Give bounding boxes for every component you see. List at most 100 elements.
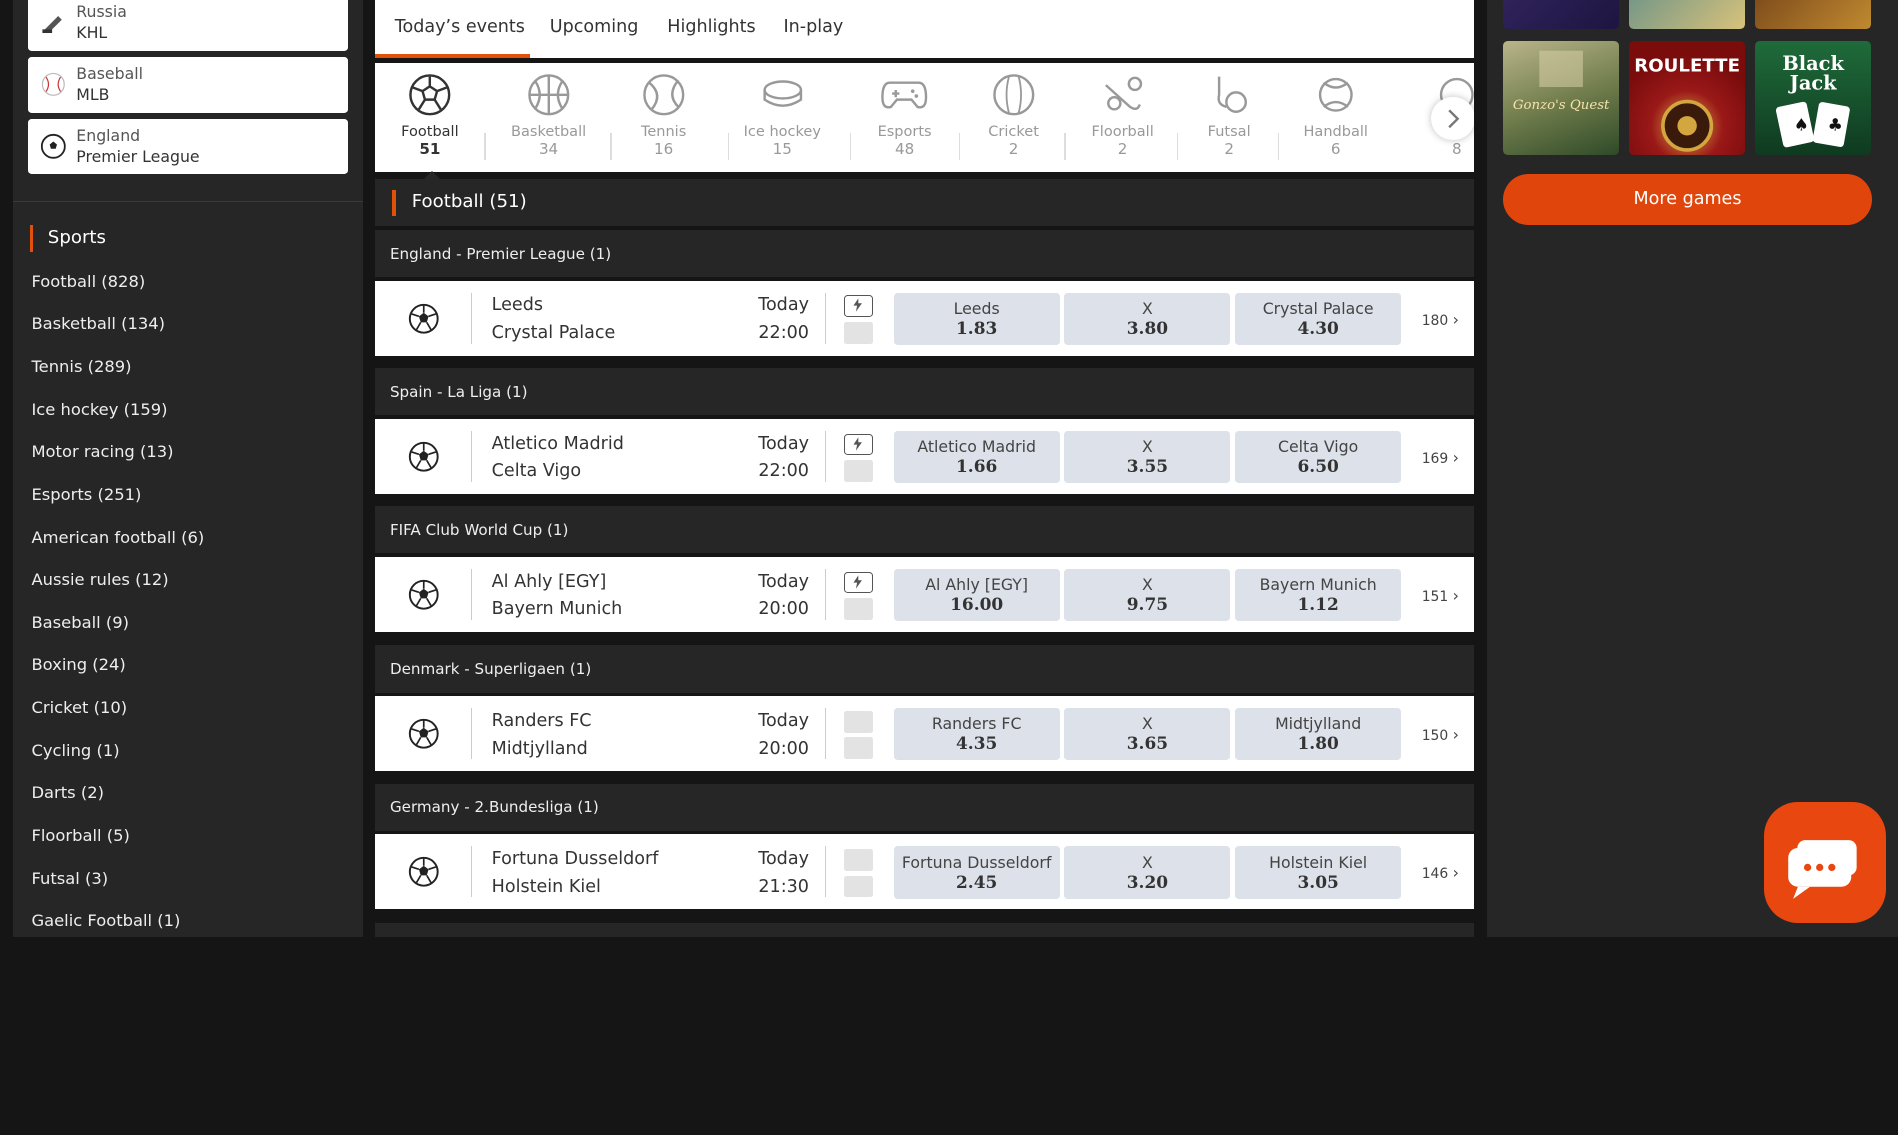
odds-away-button[interactable]: Bayern Munich 1.12 bbox=[1235, 569, 1402, 622]
sidebar-item[interactable]: Tennis (289) bbox=[31, 354, 204, 397]
league-header[interactable]: FIFA Club World Cup (1) bbox=[375, 506, 1474, 554]
more-markets-link[interactable]: 180 › bbox=[1422, 310, 1459, 329]
game-tile[interactable] bbox=[1754, 0, 1871, 30]
event-row[interactable]: Al Ahly [EGY] Bayern Munich Today 20:00 … bbox=[375, 557, 1474, 633]
sport-tile-basketball[interactable]: Basketball 34 bbox=[511, 63, 586, 172]
league-name: England - Premier League (1) bbox=[389, 244, 612, 263]
favorite-russia-khl[interactable]: Russia KHL bbox=[27, 0, 348, 51]
sidebar-item[interactable]: Basketball (134) bbox=[31, 311, 204, 354]
event-row[interactable]: Fortuna Dusseldorf Holstein Kiel Today 2… bbox=[375, 834, 1474, 910]
odds-label: Leeds bbox=[953, 299, 1000, 319]
stats-icon[interactable] bbox=[844, 598, 874, 621]
odds-away-button[interactable]: Midtjylland 1.80 bbox=[1235, 708, 1402, 761]
more-markets-link[interactable]: 150 › bbox=[1422, 725, 1459, 744]
sport-tile-handball[interactable]: Handball 6 bbox=[1298, 63, 1373, 172]
league-header[interactable]: England - Premier League (1) bbox=[375, 230, 1474, 278]
stats-icon[interactable] bbox=[844, 460, 874, 482]
game-tile-blackjack[interactable]: Black Jack ♠ ♣ bbox=[1754, 41, 1871, 155]
more-markets-link[interactable]: 151 › bbox=[1422, 586, 1459, 605]
live-stream-icon[interactable] bbox=[844, 571, 874, 594]
odds-away-button[interactable]: Celta Vigo 6.50 bbox=[1235, 431, 1402, 484]
sport-tile-cricket[interactable]: Cricket 2 bbox=[976, 63, 1051, 172]
sidebar-item[interactable]: Floorball (5) bbox=[31, 823, 204, 866]
sidebar-item[interactable]: Cycling (1) bbox=[31, 738, 204, 781]
sidebar-item[interactable]: Esports (251) bbox=[31, 482, 204, 525]
game-tile-gonzos-quest[interactable]: Gonzo's Quest bbox=[1502, 41, 1620, 155]
stats-icon[interactable] bbox=[844, 875, 874, 898]
sidebar-item[interactable]: American football (6) bbox=[31, 525, 204, 568]
tab-highlights[interactable]: Highlights bbox=[667, 17, 755, 37]
live-stream-icon[interactable] bbox=[844, 433, 874, 456]
divider bbox=[471, 431, 473, 482]
sidebar-item[interactable]: Boxing (24) bbox=[31, 652, 204, 695]
home-team: Atletico Madrid bbox=[491, 433, 624, 454]
sidebar-item[interactable]: Baseball (9) bbox=[31, 610, 204, 653]
game-tile[interactable] bbox=[1502, 0, 1620, 30]
more-games-button[interactable]: More games bbox=[1502, 174, 1873, 226]
chevron-right-icon: › bbox=[1452, 448, 1459, 468]
divider bbox=[824, 431, 826, 482]
sport-tile-name: Floorball bbox=[1091, 123, 1154, 140]
puck-icon bbox=[762, 79, 802, 107]
odds-home-button[interactable]: Randers FC 4.35 bbox=[893, 708, 1060, 761]
home-team: Fortuna Dusseldorf bbox=[491, 848, 659, 869]
futsal-icon bbox=[1217, 76, 1248, 113]
league-header[interactable] bbox=[375, 922, 1474, 938]
divider bbox=[610, 133, 612, 160]
event-row[interactable]: Randers FC Midtjylland Today 20:00 Rande… bbox=[375, 696, 1474, 772]
sport-tile-ice-hockey[interactable]: Ice hockey 15 bbox=[739, 63, 826, 172]
odds-value: 2.45 bbox=[956, 871, 998, 892]
tab-upcoming[interactable]: Upcoming bbox=[550, 17, 639, 37]
odds-label: Midtjylland bbox=[1275, 714, 1362, 734]
divider bbox=[959, 133, 961, 160]
sidebar-item[interactable]: Football (828) bbox=[31, 269, 204, 312]
odds-draw-button[interactable]: X 3.20 bbox=[1064, 846, 1231, 899]
favorite-baseball-mlb[interactable]: Baseball MLB bbox=[27, 56, 348, 113]
stats-icon[interactable] bbox=[844, 322, 874, 344]
sidebar-item[interactable]: Gaelic Football (1) bbox=[31, 908, 204, 951]
odds-draw-button[interactable]: X 3.80 bbox=[1064, 293, 1231, 346]
svg-text:Gonzo's Quest: Gonzo's Quest bbox=[1513, 98, 1610, 113]
sport-tile-floorball[interactable]: Floorball 2 bbox=[1085, 63, 1160, 172]
sport-tile-futsal[interactable]: Futsal 2 bbox=[1192, 63, 1267, 172]
odds-draw-button[interactable]: X 3.55 bbox=[1064, 431, 1231, 484]
tab-in-play[interactable]: In-play bbox=[784, 17, 844, 37]
game-tile-roulette[interactable]: ROULETTE bbox=[1628, 41, 1746, 155]
odds-label: X bbox=[1142, 575, 1153, 595]
sidebar-item[interactable]: Darts (2) bbox=[31, 780, 204, 823]
live-stream-icon[interactable] bbox=[844, 295, 874, 318]
tab-todays-events[interactable]: Today’s events bbox=[395, 17, 525, 37]
odds-away-button[interactable]: Holstein Kiel 3.05 bbox=[1235, 846, 1402, 899]
league-header[interactable]: Denmark - Superligaen (1) bbox=[375, 645, 1474, 693]
chat-button[interactable] bbox=[1764, 801, 1886, 923]
league-name: Spain - La Liga (1) bbox=[389, 382, 528, 401]
league-header[interactable]: Germany - 2.Bundesliga (1) bbox=[375, 783, 1474, 831]
favorite-england-premier-league[interactable]: England Premier League bbox=[27, 118, 348, 175]
league-header[interactable]: Spain - La Liga (1) bbox=[375, 368, 1474, 416]
more-markets-link[interactable]: 169 › bbox=[1422, 448, 1459, 467]
game-tile[interactable] bbox=[1628, 0, 1746, 30]
svg-text:ROULETTE: ROULETTE bbox=[1634, 55, 1740, 76]
more-markets-link[interactable]: 146 › bbox=[1422, 863, 1459, 882]
event-row[interactable]: Leeds Crystal Palace Today 22:00 Leeds 1.… bbox=[375, 280, 1474, 357]
odds-home-button[interactable]: Atletico Madrid 1.66 bbox=[893, 431, 1060, 484]
sport-tile-football[interactable]: Football 51 bbox=[392, 63, 467, 172]
sport-tile-tennis[interactable]: Tennis 16 bbox=[626, 63, 701, 172]
event-row[interactable]: Atletico Madrid Celta Vigo Today 22:00 A… bbox=[375, 419, 1474, 495]
odds-draw-button[interactable]: X 9.75 bbox=[1064, 569, 1231, 622]
stats-icon[interactable] bbox=[844, 737, 874, 760]
odds-away-button[interactable]: Crystal Palace 4.30 bbox=[1235, 293, 1402, 346]
odds-home-button[interactable]: Leeds 1.83 bbox=[893, 293, 1060, 346]
odds-home-button[interactable]: Al Ahly [EGY] 16.00 bbox=[893, 569, 1060, 622]
sidebar-item[interactable]: Motor racing (13) bbox=[31, 439, 204, 482]
strip-next-button[interactable] bbox=[1431, 96, 1474, 141]
sidebar-item[interactable]: Ice hockey (159) bbox=[31, 397, 204, 440]
sidebar-item[interactable]: Cricket (10) bbox=[31, 695, 204, 738]
sidebar-item[interactable]: Aussie rules (12) bbox=[31, 567, 204, 610]
odds-draw-button[interactable]: X 3.65 bbox=[1064, 708, 1231, 761]
sidebar-item[interactable]: Futsal (3) bbox=[31, 866, 204, 909]
odds-value: 3.20 bbox=[1126, 871, 1169, 892]
chevron-right-icon: › bbox=[1452, 863, 1459, 883]
odds-home-button[interactable]: Fortuna Dusseldorf 2.45 bbox=[893, 846, 1060, 899]
sport-tile-esports[interactable]: Esports 48 bbox=[867, 63, 942, 172]
